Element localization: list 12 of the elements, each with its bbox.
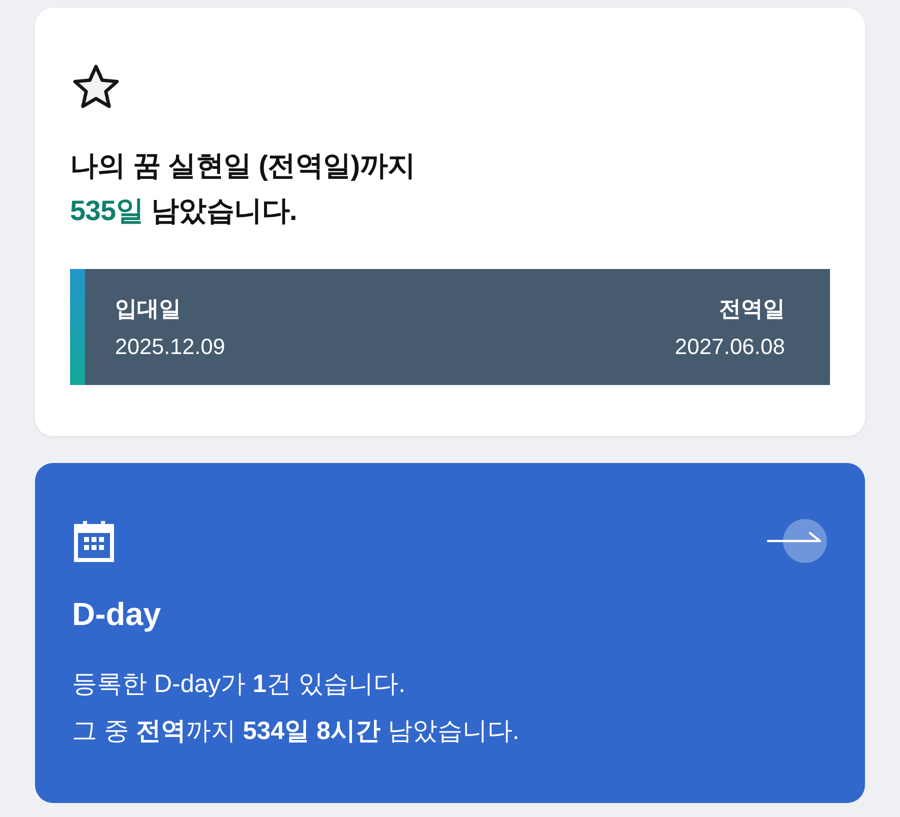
calendar-icon <box>72 519 116 563</box>
card-title: D-day <box>72 595 162 634</box>
summary-text: 그 중 전역까지 534일 8시간 남았습니다. <box>72 716 520 747</box>
summary-text: 등록한 D-day가 1건 있습니다. <box>72 669 406 700</box>
date-label: 전역일 <box>719 295 785 323</box>
arrow-icon <box>767 519 827 563</box>
next-button[interactable] <box>767 519 827 563</box>
headline: 나의 꿈 실현일 (전역일)까지 535일 남았습니다. <box>70 149 416 228</box>
date-value: 2025.12.09 <box>115 333 226 361</box>
star-icon <box>71 63 121 111</box>
date-label: 입대일 <box>115 295 181 323</box>
date-value: 2027.06.08 <box>674 333 785 361</box>
